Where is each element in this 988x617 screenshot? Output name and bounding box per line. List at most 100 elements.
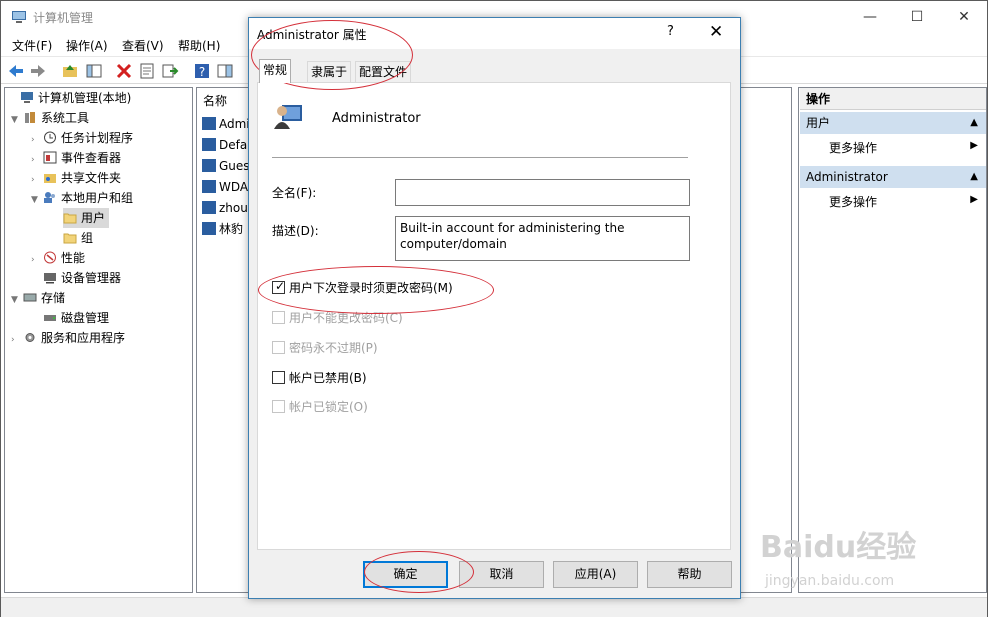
help-question-button[interactable]: ?: [667, 24, 674, 39]
ok-button[interactable]: 确定: [363, 561, 448, 588]
actions-group-label: 用户: [806, 116, 831, 130]
fullname-field[interactable]: [395, 179, 690, 206]
account-disabled-checkbox[interactable]: 帐户已禁用(B): [272, 370, 367, 386]
list-item-label: Defa: [219, 138, 248, 152]
tab-general[interactable]: 常规: [259, 59, 292, 83]
actions-group-label: Administrator: [806, 170, 888, 184]
user-icon: [202, 201, 216, 214]
tree-item-groups[interactable]: 组: [63, 228, 93, 248]
user-icon: [202, 117, 216, 130]
tree-label: 组: [81, 231, 94, 245]
apply-button[interactable]: 应用(A): [553, 561, 638, 588]
help-button[interactable]: 帮助: [647, 561, 732, 588]
description-field[interactable]: Built-in account for administering the c…: [395, 216, 690, 261]
delete-icon[interactable]: [115, 62, 133, 80]
show-action-pane-icon[interactable]: [216, 62, 234, 80]
account-locked-checkbox: 帐户已锁定(O): [272, 399, 368, 415]
tree-label: 事件查看器: [61, 151, 122, 165]
menu-help[interactable]: 帮助(H): [178, 37, 220, 54]
checkbox-label: 帐户已锁定(O): [289, 400, 368, 414]
tree-item-services-apps[interactable]: › 服务和应用程序: [11, 328, 125, 348]
column-header-name[interactable]: 名称: [203, 92, 227, 109]
collapsed-chevron-icon[interactable]: ›: [31, 150, 43, 170]
dialog-close-button[interactable]: ✕: [709, 22, 723, 42]
actions-title: 操作: [800, 88, 986, 110]
actions-group-administrator[interactable]: Administrator ▲: [800, 166, 986, 188]
user-icon: [202, 159, 216, 172]
password-never-expires-checkbox: 密码永不过期(P): [272, 340, 378, 356]
close-button[interactable]: ✕: [941, 1, 987, 33]
services-icon: [25, 333, 35, 342]
tree-item-storage[interactable]: ▼ 存储: [11, 288, 65, 308]
clock-icon: [44, 131, 56, 144]
tree-label: 用户: [81, 211, 106, 225]
computer-management-icon: [12, 11, 26, 23]
checkbox-label: 帐户已禁用(B): [289, 371, 367, 385]
checkbox-label: 用户下次登录时须更改密码(M): [289, 281, 453, 295]
dialog-title-bar: Administrator 属性 ? ✕: [249, 18, 740, 49]
tree-label: 设备管理器: [61, 271, 122, 285]
separator: [272, 157, 688, 158]
collapsed-chevron-icon[interactable]: ›: [31, 130, 43, 150]
tree-label: 本地用户和组: [61, 191, 134, 205]
tree-label: 任务计划程序: [61, 131, 134, 145]
tree-item-disk-management[interactable]: 磁盘管理: [43, 308, 109, 328]
tree-item-shared-folders[interactable]: › 共享文件夹: [31, 168, 121, 188]
watermark-logo: Baidu经验: [760, 530, 917, 565]
expanded-chevron-icon[interactable]: ▼: [31, 190, 43, 210]
tree-item-task-scheduler[interactable]: › 任务计划程序: [31, 128, 133, 148]
more-actions-users[interactable]: 更多操作: [829, 139, 877, 156]
fullname-label: 全名(F):: [272, 186, 317, 200]
folder-icon: [63, 233, 77, 244]
window-title: 计算机管理: [33, 11, 94, 25]
submenu-arrow-icon: ▶: [970, 140, 978, 151]
user-icon: [202, 222, 216, 235]
show-hide-tree-icon[interactable]: [85, 62, 103, 80]
checkbox-label: 密码永不过期(P): [289, 341, 378, 355]
tree-item-performance[interactable]: › 性能: [31, 248, 85, 268]
checkbox-box: [272, 341, 285, 354]
must-change-password-checkbox[interactable]: ✓ 用户下次登录时须更改密码(M): [272, 279, 453, 296]
tree-label: 系统工具: [41, 111, 90, 125]
minimize-button[interactable]: —: [847, 1, 893, 33]
more-actions-administrator[interactable]: 更多操作: [829, 193, 877, 210]
checkbox-box[interactable]: [272, 371, 285, 384]
tree-item-event-viewer[interactable]: › 事件查看器: [31, 148, 121, 168]
maximize-button[interactable]: ☐: [894, 1, 940, 33]
menu-action[interactable]: 操作(A): [66, 37, 108, 54]
cancel-button[interactable]: 取消: [459, 561, 544, 588]
actions-group-users[interactable]: 用户 ▲: [800, 112, 986, 134]
tree-item-root[interactable]: 计算机管理(本地): [8, 88, 131, 108]
collapse-up-icon[interactable]: ▲: [970, 166, 978, 188]
collapsed-chevron-icon[interactable]: ›: [31, 170, 43, 190]
back-icon[interactable]: [7, 62, 25, 80]
expanded-chevron-icon[interactable]: ▼: [11, 110, 23, 130]
properties-icon[interactable]: [138, 62, 156, 80]
expanded-chevron-icon[interactable]: ▼: [11, 290, 23, 310]
collapsed-chevron-icon[interactable]: ›: [11, 330, 23, 350]
tab-member-of[interactable]: 隶属于: [307, 61, 352, 83]
forward-icon[interactable]: [29, 62, 47, 80]
device-manager-icon: [44, 273, 56, 284]
tools-icon: [25, 112, 35, 123]
tab-profile[interactable]: 配置文件: [355, 61, 412, 83]
tree-item-users[interactable]: 用户: [63, 208, 110, 228]
tree-item-system-tools[interactable]: ▼ 系统工具: [11, 108, 89, 128]
checkbox-box: [272, 400, 285, 413]
checkbox-box: [272, 311, 285, 324]
up-folder-icon[interactable]: [61, 62, 79, 80]
menu-file[interactable]: 文件(F): [12, 37, 52, 54]
list-item-label: zhou: [219, 201, 248, 215]
tree-item-device-manager[interactable]: 设备管理器: [43, 268, 121, 288]
description-label: 描述(D):: [272, 224, 319, 238]
checkbox-box[interactable]: ✓: [272, 279, 285, 294]
collapse-up-icon[interactable]: ▲: [970, 112, 978, 134]
help-icon[interactable]: ?: [193, 62, 211, 80]
tree-item-local-users-groups[interactable]: ▼ 本地用户和组: [31, 188, 133, 208]
status-bar: [1, 597, 987, 617]
collapsed-chevron-icon[interactable]: ›: [31, 250, 43, 270]
tree-label: 磁盘管理: [61, 311, 110, 325]
computer-icon: [21, 92, 33, 103]
menu-view[interactable]: 查看(V): [122, 37, 164, 54]
export-icon[interactable]: [161, 62, 179, 80]
